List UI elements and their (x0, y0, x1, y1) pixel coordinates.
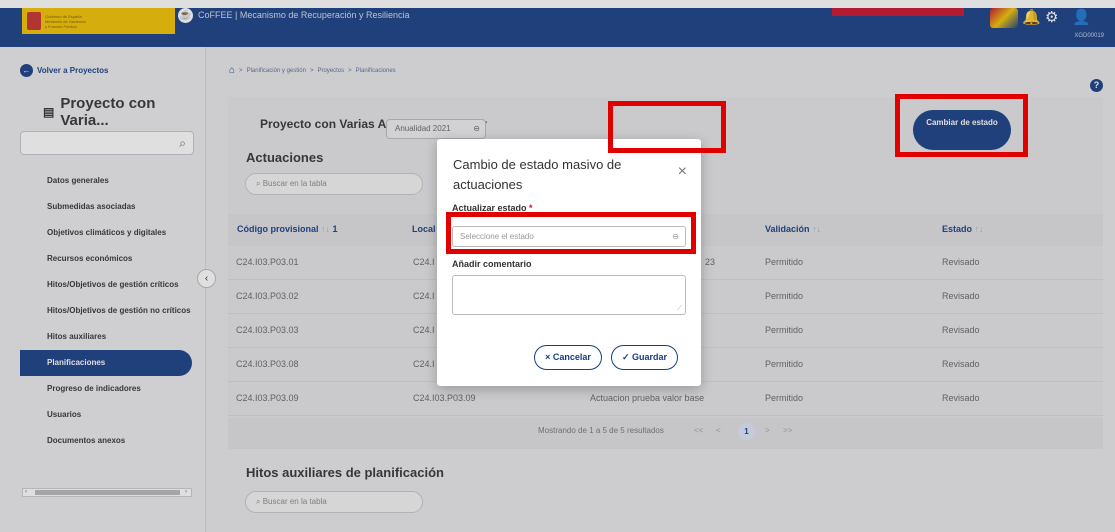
modal-title: Cambio de estado masivo de actuaciones (453, 157, 622, 192)
close-icon[interactable]: × (678, 163, 687, 181)
bulk-state-change-modal: Cambio de estado masivo de actuaciones ×… (437, 139, 701, 386)
close-icon: × (545, 352, 551, 362)
resize-handle-icon[interactable]: ⟋ (677, 305, 682, 313)
comment-field-label: Añadir comentario (452, 259, 532, 269)
change-state-highlight-frame (895, 94, 1028, 157)
comment-textarea[interactable]: ⟋ (452, 275, 686, 315)
state-select-highlight-frame (446, 212, 696, 254)
check-icon: ✓ (621, 352, 630, 362)
annuality-highlight-frame (608, 101, 726, 153)
cancel-button[interactable]: × Cancelar (534, 345, 602, 370)
save-button[interactable]: ✓ Guardar (611, 345, 678, 370)
